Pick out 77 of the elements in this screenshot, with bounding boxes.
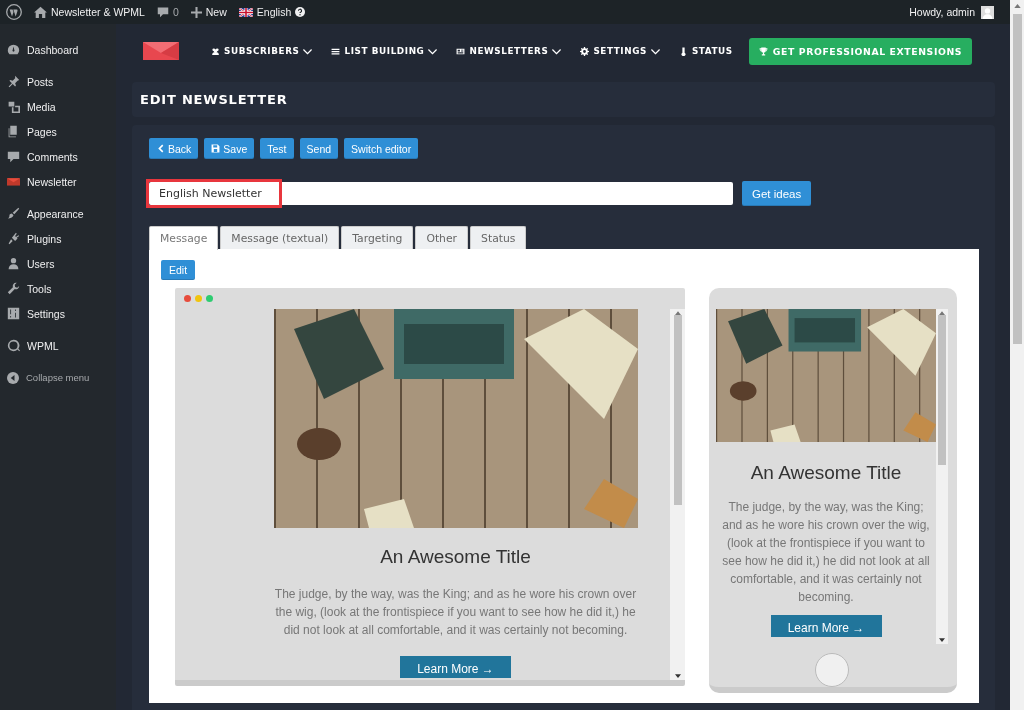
envelope-icon — [7, 175, 20, 188]
language-switcher[interactable]: English — [256, 6, 292, 18]
sidebar-menu-item[interactable]: Dashboard — [27, 43, 79, 56]
sidebar-menu-item[interactable]: Users — [27, 257, 55, 270]
scrollbar[interactable] — [936, 309, 948, 644]
newspaper-icon — [456, 46, 466, 56]
scroll-up-icon — [1013, 4, 1021, 8]
sidebar-menu-item[interactable]: WPML — [27, 339, 59, 352]
plugin-menu-item[interactable]: STATUS — [678, 46, 733, 56]
plug-icon — [7, 232, 20, 245]
sidebar-menu-item[interactable]: Plugins — [27, 232, 62, 245]
home-icon — [34, 6, 47, 18]
wordpress-logo-icon — [6, 4, 22, 20]
learn-more-button[interactable]: Learn More → — [400, 656, 511, 678]
page-scrollbar[interactable] — [1012, 4, 1022, 344]
pin-icon — [7, 75, 20, 88]
pages-icon — [7, 125, 20, 138]
avatar-icon — [981, 5, 994, 19]
scrollbar[interactable] — [670, 309, 685, 680]
wrench-icon — [7, 282, 20, 295]
sidebar-menu-item[interactable]: Posts — [27, 75, 54, 88]
home-button[interactable] — [815, 653, 849, 687]
chevron-left-icon — [156, 144, 165, 153]
chevron-down-icon — [303, 47, 313, 55]
sidebar-menu-item[interactable]: Settings — [27, 307, 65, 320]
sidebar-menu-item[interactable]: Newsletter — [27, 175, 77, 188]
flag-icon — [238, 7, 253, 17]
window-dot-icon — [195, 295, 202, 302]
window-dot-icon — [184, 295, 191, 302]
gear-icon — [580, 46, 590, 56]
learn-more-button[interactable]: Learn More → — [770, 615, 882, 637]
wpml-icon — [7, 339, 20, 352]
new-link[interactable]: New — [205, 6, 227, 18]
subject-field[interactable]: English Newsletter — [149, 182, 733, 205]
sliders-icon — [7, 307, 20, 320]
sidebar-menu-item[interactable]: Media — [27, 100, 56, 113]
preview-body-text: The judge, by the way, was the King; and as he wore his crown over the wig, (look at the frontispiece if you want to see how he did it,) he did not look at all comfortable, and it was certainly not becoming. — [721, 499, 931, 606]
greeting-link[interactable]: Howdy, admin — [909, 6, 975, 18]
comment-icon — [156, 6, 169, 18]
preview-body-text: The judge, by the way, was the King; and as he wore his crown over the wig, (look at the frontispiece if you want to see how he did it,) he did not look at all comfortable, and it was certainly not becoming. — [273, 586, 638, 639]
scroll-down-icon — [939, 638, 945, 642]
preview-title: An Awesome Title — [380, 546, 531, 568]
tab[interactable]: Message — [149, 226, 219, 250]
chevron-down-icon — [428, 47, 438, 55]
comment-icon — [7, 150, 20, 163]
preview-title: An Awesome Title — [750, 462, 902, 484]
sidebar-menu-item[interactable]: Tools — [27, 282, 52, 295]
trophy-icon — [758, 46, 768, 56]
brush-icon — [7, 207, 20, 220]
plugin-menu-item[interactable]: SUBSCRIBERS — [211, 46, 313, 56]
media-icon — [7, 100, 20, 113]
thermometer-icon — [678, 46, 688, 56]
user-icon — [7, 257, 20, 270]
comment-count[interactable]: 0 — [172, 6, 179, 18]
tab[interactable]: Status — [470, 226, 527, 249]
plugin-menu-item[interactable]: NEWSLETTERS — [456, 46, 562, 56]
chevron-down-icon — [650, 47, 660, 55]
sidebar-menu-item[interactable]: Pages — [27, 125, 57, 138]
dashboard-icon — [7, 43, 20, 56]
list-icon — [331, 46, 341, 56]
site-name-link[interactable]: Newsletter & WPML — [51, 6, 145, 18]
sidebar-menu-item[interactable]: Comments — [27, 150, 78, 163]
tab[interactable]: Other — [415, 226, 469, 249]
tab[interactable]: Message (textual) — [220, 226, 340, 249]
window-dot-icon — [206, 295, 213, 302]
plus-icon — [190, 6, 202, 18]
collapse-menu-link[interactable]: Collapse menu — [26, 372, 90, 383]
help-icon — [295, 7, 306, 17]
tab[interactable]: Targeting — [341, 226, 414, 249]
scroll-down-icon — [674, 674, 681, 678]
envelope-logo-icon — [143, 42, 179, 60]
sidebar-menu-item[interactable]: Appearance — [27, 207, 84, 220]
plugin-menu-item[interactable]: LIST BUILDING — [331, 46, 438, 56]
page-title: EDIT NEWSLETTER — [140, 92, 288, 107]
chevron-down-icon — [552, 47, 562, 55]
plugin-menu-item[interactable]: SETTINGS — [580, 46, 660, 56]
collapse-icon — [7, 371, 19, 384]
